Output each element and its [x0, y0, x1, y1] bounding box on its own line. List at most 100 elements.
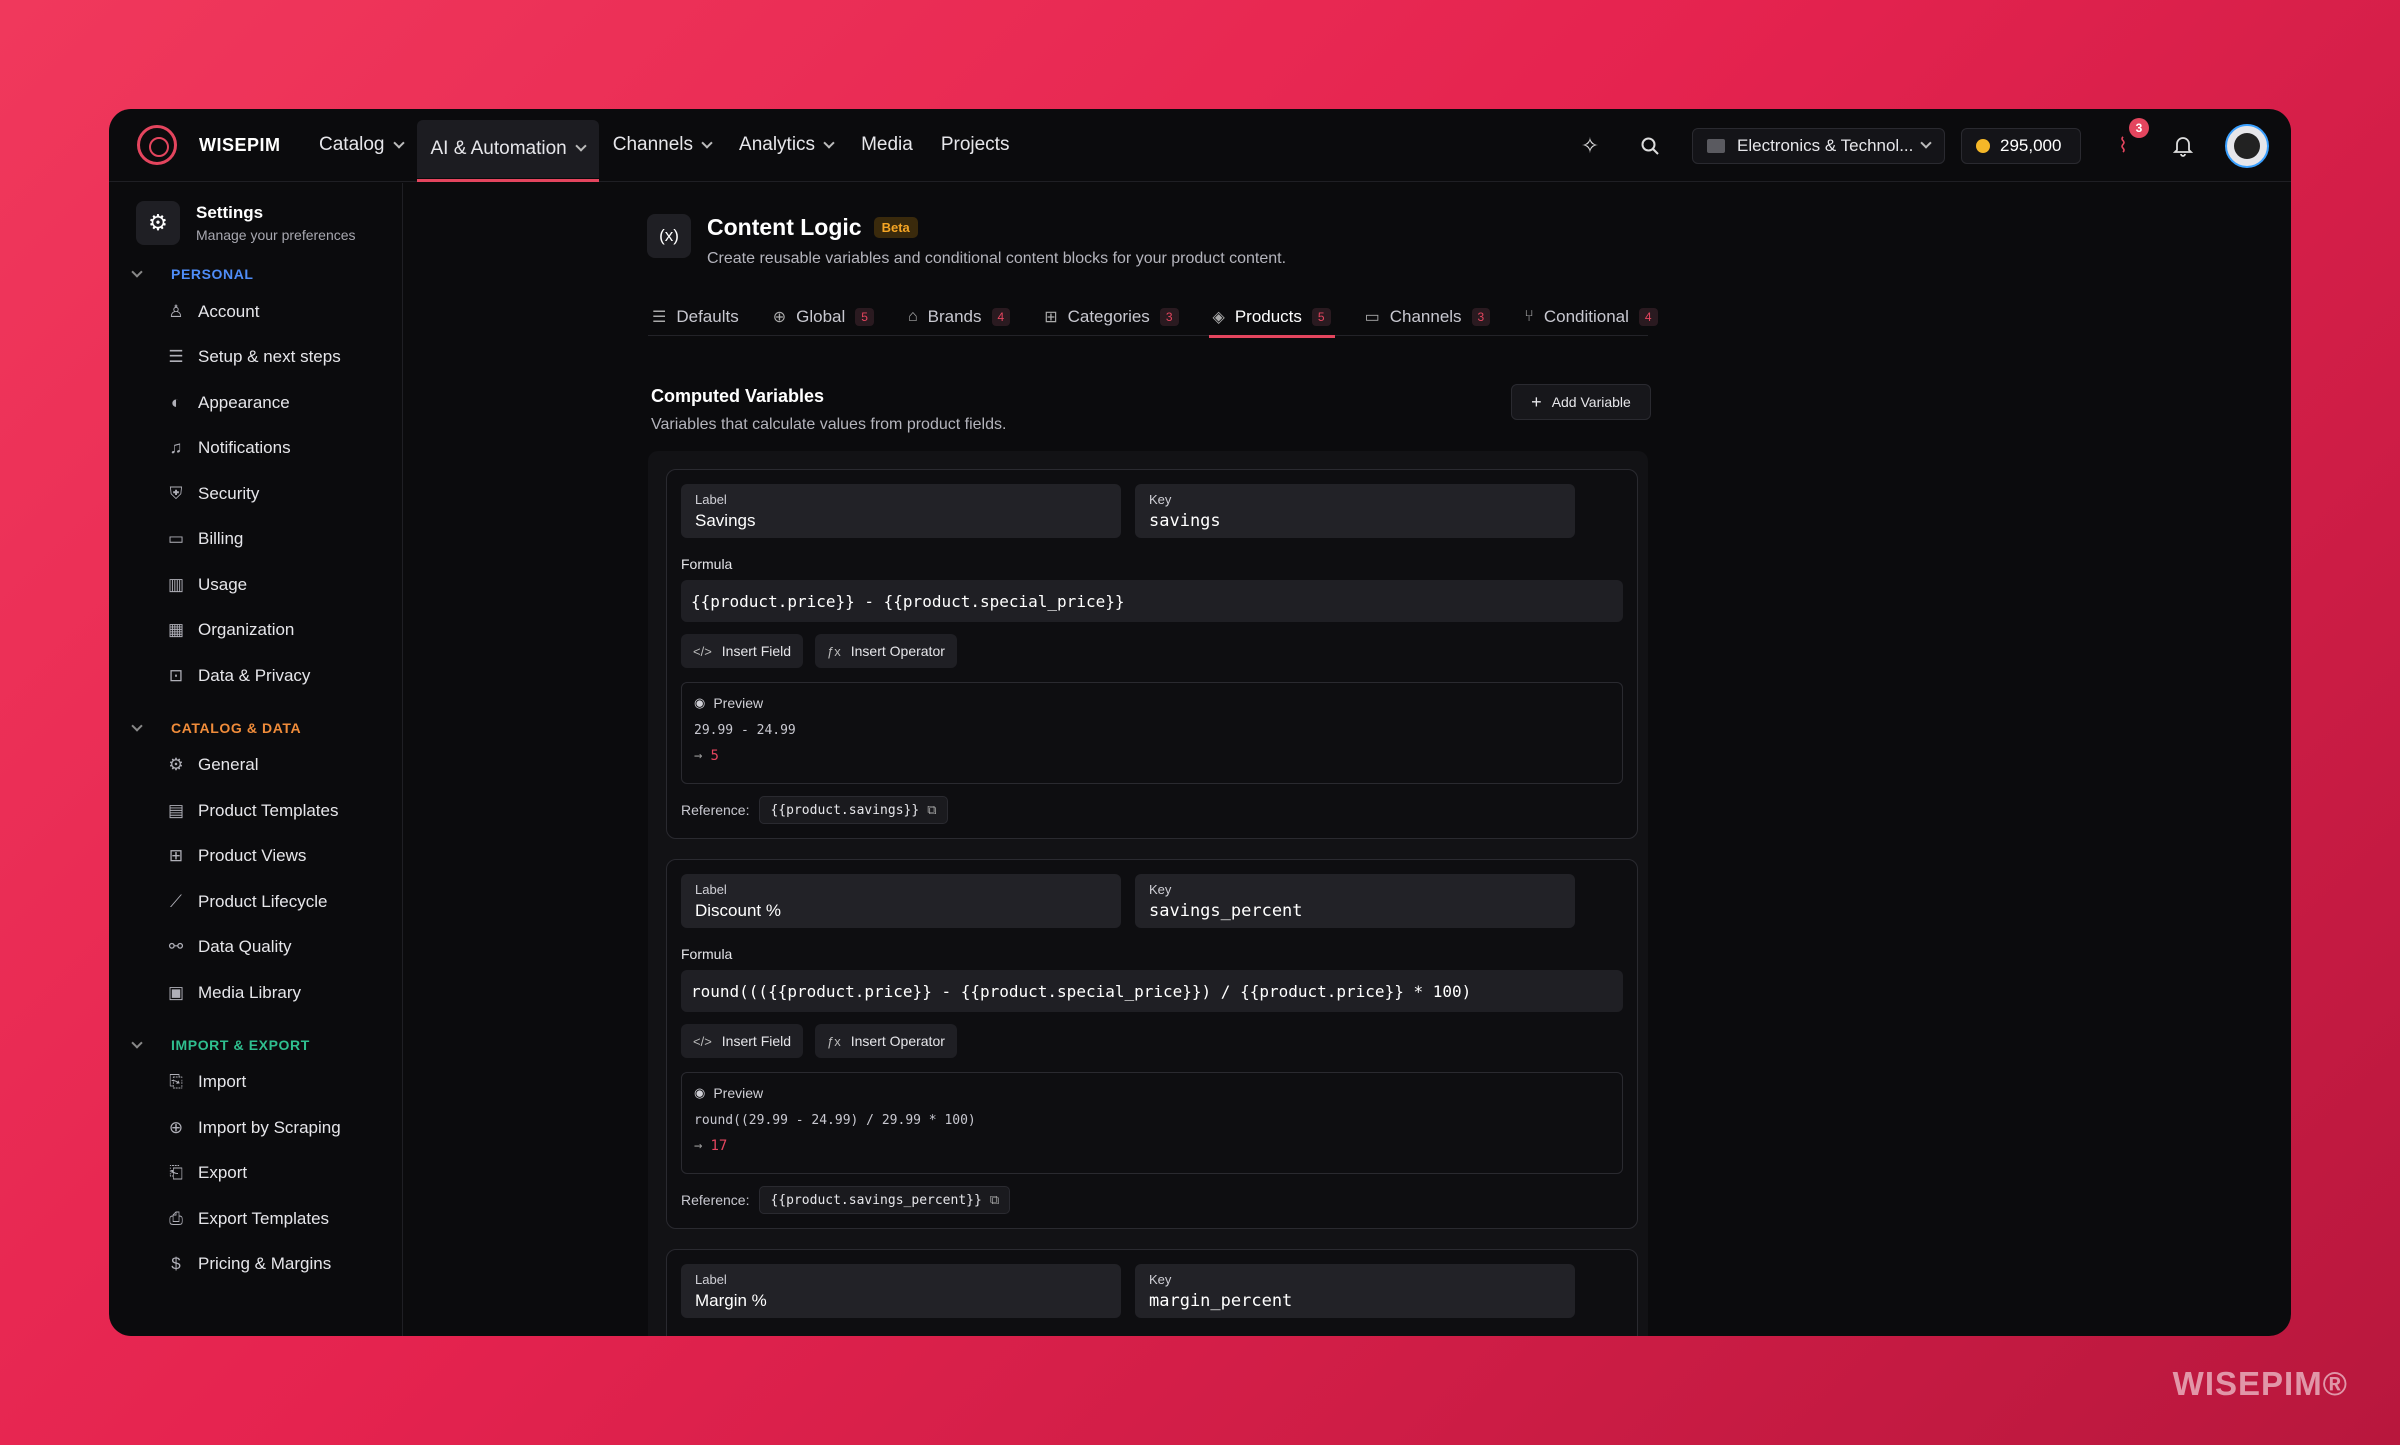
nav-ai-automation[interactable]: AI & Automation	[416, 119, 600, 182]
page-subtitle: Create reusable variables and conditiona…	[707, 250, 1287, 267]
variable-card: Label Savings Key savings Formula {{product.p…	[666, 469, 1638, 839]
key-field[interactable]: Key savings_percent	[1135, 874, 1575, 928]
sidebar-item-organization[interactable]: ▦ Organization	[166, 608, 402, 654]
credits-balance[interactable]: 295,000	[1961, 127, 2081, 164]
label-caption: Label	[695, 492, 727, 507]
insert-operator-button[interactable]: ƒx Insert Operator	[815, 1024, 957, 1058]
tab-icon: ⊕	[772, 309, 787, 326]
tab-global[interactable]: ⊕ Global 5	[769, 298, 878, 336]
nav-analytics[interactable]: Analytics	[725, 109, 847, 182]
sidebar-section-label: IMPORT & EXPORT	[171, 1036, 310, 1053]
tab-brands[interactable]: ⌂ Brands 4	[904, 298, 1014, 336]
search-icon[interactable]	[1632, 128, 1668, 164]
label-value: Margin %	[695, 1291, 767, 1310]
brain-logo-icon	[137, 125, 177, 165]
preview-result: 17	[710, 1138, 728, 1154]
user-avatar[interactable]	[2225, 123, 2269, 168]
sidebar-section-header[interactable]: IMPORT & EXPORT	[131, 1030, 402, 1060]
sidebar-item-general[interactable]: ⚙ General	[166, 743, 402, 789]
ai-sparkles-icon[interactable]: ✧	[1572, 128, 1608, 164]
chevron-down-icon	[701, 136, 713, 149]
activity-count-badge: 3	[2129, 117, 2149, 138]
sidebar-item-label: Notifications	[198, 438, 291, 458]
sidebar-item-pricing-margins[interactable]: $ Pricing & Margins	[166, 1242, 402, 1288]
settings-subtitle: Manage your preferences	[196, 227, 356, 243]
nav-projects[interactable]: Projects	[927, 109, 1024, 182]
activity-pulse-icon: ⌇	[2118, 135, 2128, 157]
sidebar-section-header[interactable]: CATALOG & DATA	[131, 713, 402, 743]
sidebar-item-import[interactable]: ⎘ Import	[166, 1060, 402, 1106]
nav-catalog[interactable]: Catalog	[305, 109, 417, 182]
chevron-down-icon	[392, 136, 405, 149]
copy-icon[interactable]: ⧉	[927, 803, 936, 818]
sidebar-sections: PERSONAL ♙ Account ☰ Setup & next steps ◐ Appe…	[109, 259, 402, 1287]
sidebar-item-export[interactable]: ⎗ Export	[166, 1151, 402, 1197]
insert-field-button[interactable]: </> Insert Field	[681, 1024, 804, 1058]
insert-field-label: Insert Field	[721, 1033, 792, 1049]
sidebar-item-export-templates[interactable]: ⎙ Export Templates	[166, 1196, 402, 1242]
sidebar-item-label: Export	[198, 1163, 248, 1183]
sidebar-item-notifications[interactable]: ♫ Notifications	[166, 426, 402, 472]
sidebar-item-product-templates[interactable]: ▤ Product Templates	[166, 788, 402, 834]
reference-chip[interactable]: {{product.savings_percent}} ⧉	[759, 1186, 1011, 1214]
insert-operator-button[interactable]: ƒx Insert Operator	[815, 634, 957, 668]
label-field[interactable]: Label Savings	[681, 484, 1121, 538]
bell-icon[interactable]	[2165, 128, 2201, 164]
tab-products[interactable]: ◈ Products 5	[1208, 298, 1335, 338]
reference-chip[interactable]: {{product.savings}} ⧉	[759, 796, 948, 824]
sidebar-item-label: Security	[198, 483, 260, 503]
sidebar-item-security[interactable]: ⛨ Security	[166, 471, 402, 517]
preview-result-row: → 5	[694, 748, 1610, 764]
insert-field-label: Insert Field	[721, 643, 792, 659]
formula-input[interactable]: {{product.price}} - {{product.special_pr…	[681, 580, 1623, 622]
sidebar-item-label: General	[198, 755, 259, 775]
sidebar-item-import-by-scraping[interactable]: ⊕ Import by Scraping	[166, 1105, 402, 1151]
tab-channels[interactable]: ▭ Channels 3	[1361, 298, 1495, 336]
sidebar-item-setup-next-steps[interactable]: ☰ Setup & next steps	[166, 335, 402, 381]
sidebar-item-usage[interactable]: ▥ Usage	[166, 562, 402, 608]
key-field[interactable]: Key margin_percent	[1135, 1264, 1575, 1318]
copy-icon[interactable]: ⧉	[990, 1193, 999, 1208]
chevron-down-icon	[131, 266, 143, 278]
tab-defaults[interactable]: ☰ Defaults	[648, 298, 743, 336]
sidebar-section-label: CATALOG & DATA	[171, 719, 302, 736]
add-variable-label: Add Variable	[1551, 394, 1631, 410]
arrow-right-icon: →	[694, 748, 703, 764]
add-variable-button[interactable]: + Add Variable	[1511, 384, 1651, 420]
sidebar-item-icon: ⎗	[169, 1163, 183, 1183]
formula-input[interactable]: round((({{product.price}} - {{product.sp…	[681, 970, 1623, 1012]
sidebar-section-header[interactable]: PERSONAL	[131, 259, 402, 289]
preview-result-row: → 17	[694, 1138, 1610, 1154]
main-content: (x) Content Logic Beta Create reusable va…	[404, 183, 2291, 1336]
sidebar-item-billing[interactable]: ▭ Billing	[166, 517, 402, 563]
sidebar-item-data-quality[interactable]: ⚯ Data Quality	[166, 925, 402, 971]
sidebar-item-data-privacy[interactable]: ⊡ Data & Privacy	[166, 653, 402, 699]
store-selector[interactable]: Electronics & Technol...	[1692, 127, 1945, 164]
key-field[interactable]: Key savings	[1135, 484, 1575, 538]
label-value: Savings	[695, 511, 756, 530]
nav-channels[interactable]: Channels	[599, 109, 725, 182]
activity-button[interactable]: ⌇ 3	[2105, 117, 2149, 164]
sidebar-item-account[interactable]: ♙ Account	[166, 289, 402, 335]
sidebar-item-label: Data & Privacy	[198, 665, 311, 685]
sidebar-item-appearance[interactable]: ◐ Appearance	[166, 380, 402, 426]
label-field[interactable]: Label Discount %	[681, 874, 1121, 928]
tab-label: Categories	[1067, 307, 1150, 326]
label-field[interactable]: Label Margin %	[681, 1264, 1121, 1318]
tab-conditional[interactable]: ⑂ Conditional 4	[1520, 298, 1661, 336]
nav-media[interactable]: Media	[847, 109, 927, 182]
sidebar-item-product-lifecycle[interactable]: ⟋ Product Lifecycle	[166, 879, 402, 925]
insert-field-button[interactable]: </> Insert Field	[681, 634, 804, 668]
tab-count-badge: 4	[1638, 308, 1658, 326]
sidebar-item-product-views[interactable]: ⊞ Product Views	[166, 834, 402, 880]
gear-icon: ⚙	[136, 201, 180, 245]
sidebar-item-media-library[interactable]: ▣ Media Library	[166, 970, 402, 1016]
tab-icon: ⊞	[1044, 309, 1058, 326]
brand-logo[interactable]: WISEPIM	[137, 125, 289, 165]
settings-sidebar: ⚙ Settings Manage your preferences PERSO…	[109, 183, 403, 1336]
sidebar-item-icon: ⎙	[169, 1208, 183, 1228]
settings-header: ⚙ Settings Manage your preferences	[136, 201, 402, 245]
tab-categories[interactable]: ⊞ Categories 3	[1040, 298, 1182, 336]
section-title: Computed Variables	[651, 386, 825, 406]
main-nav: Catalog AI & Automation Channels Analyti…	[305, 109, 1023, 182]
